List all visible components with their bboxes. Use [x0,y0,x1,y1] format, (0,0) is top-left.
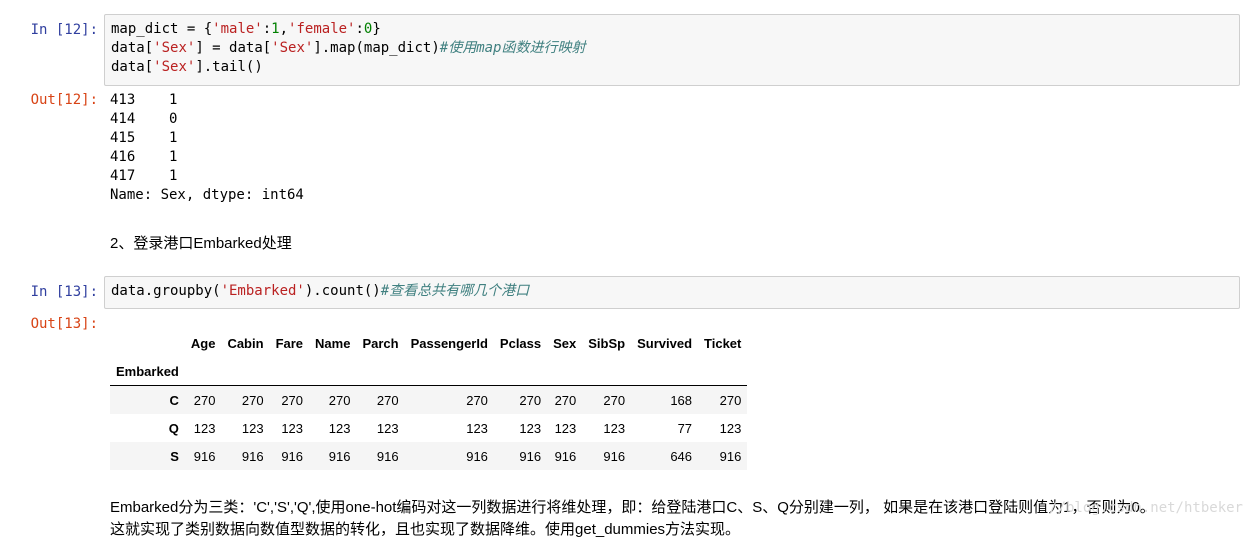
table-row: C 270 270 270 270 270 270 270 270 270 16… [110,385,748,414]
table-cell: 168 [670,392,693,408]
table-cell: 123 [376,420,399,436]
row-index: Q [168,420,179,436]
groupby-count-table: Age Cabin Fare Name Parch PassengerId Pc… [110,329,748,470]
table-cell: 123 [519,420,542,436]
cell-12-in-prompt: In [12]: [30,22,98,38]
table-cell: 916 [241,448,264,464]
cell-13-code: data.groupby('Embarked').count()#查看总共有哪几… [111,283,530,299]
table-cell: 270 [328,392,351,408]
column-header: Pclass [499,335,542,351]
cell-13-code-editor[interactable]: data.groupby('Embarked').count()#查看总共有哪几… [104,276,1240,309]
table-cell: 916 [328,448,351,464]
column-header: SibSp [588,335,626,351]
output-line: Name: Sex, dtype: int64 [110,187,304,203]
table-cell: 646 [670,448,693,464]
table-cell: 123 [719,420,742,436]
table-cell: 270 [519,392,542,408]
table-row: S 916 916 916 916 916 916 916 916 916 64… [110,442,748,470]
cell-12-code-editor[interactable]: map_dict = {'male':1,'female':0} data['S… [104,14,1240,86]
table-cell: 916 [193,448,216,464]
table-cell: 270 [281,392,304,408]
cell-12-out-prompt: Out[12]: [30,92,98,108]
column-header: PassengerId [410,335,488,351]
table-cell: 270 [193,392,216,408]
table-cell: 270 [554,392,577,408]
table-cell: 77 [677,420,693,436]
cell-12-code: map_dict = {'male':1,'female':0} data['S… [111,21,586,75]
table-cell: 270 [241,392,264,408]
column-header: Age [190,335,216,351]
table-index-name-row: Embarked [110,357,748,386]
cell-13-out-prompt: Out[13]: [30,316,98,332]
table-cell: 916 [554,448,577,464]
table-cell: 270 [466,392,488,408]
column-header: Parch [362,335,399,351]
table-cell: 916 [376,448,399,464]
output-line: 413 1 [110,92,178,108]
table-corner [110,329,185,357]
output-line: 417 1 [110,168,178,184]
column-header: Ticket [704,335,742,351]
column-header: Sex [553,335,577,351]
table-cell: 270 [603,392,626,408]
table-cell: 270 [719,392,742,408]
paragraph-line-2: 这就实现了类别数据向数值型数据的转化，且也实现了数据降维。使用get_dummi… [110,521,741,538]
table-cell: 123 [466,420,488,436]
column-header: Fare [275,335,304,351]
row-index: C [169,392,179,408]
column-header: Name [315,335,351,351]
output-line: 416 1 [110,149,178,165]
index-name: Embarked [110,357,185,386]
table-row: Q 123 123 123 123 123 123 123 123 123 77… [110,414,747,442]
table-cell: 123 [554,420,577,436]
table-cell: 123 [193,420,216,436]
table-cell: 123 [241,420,264,436]
table-cell: 916 [466,448,488,464]
table-cell: 123 [603,420,626,436]
row-index: S [170,448,179,464]
cell-13-in-prompt: In [13]: [30,284,98,300]
cell-12-output: 413 1 414 0 415 1 416 1 417 1 Name: Sex, dtyp… [110,91,304,205]
table-cell: 916 [281,448,304,464]
blog-watermark: //blog.csdn.net/htbeker [1049,500,1243,516]
table-cell: 916 [719,448,742,464]
column-header: Survived [637,335,693,351]
output-line: 414 0 [110,111,178,127]
table-header-row: Age Cabin Fare Name Parch PassengerId Pc… [110,329,747,357]
table-cell: 123 [281,420,304,436]
table-cell: 916 [603,448,626,464]
table-cell: 123 [328,420,351,436]
markdown-embarked-heading: 2、登录港口Embarked处理 [110,235,292,252]
column-header: Cabin [227,335,264,351]
output-line: 415 1 [110,130,178,146]
table-cell: 270 [376,392,399,408]
table-cell: 916 [519,448,542,464]
